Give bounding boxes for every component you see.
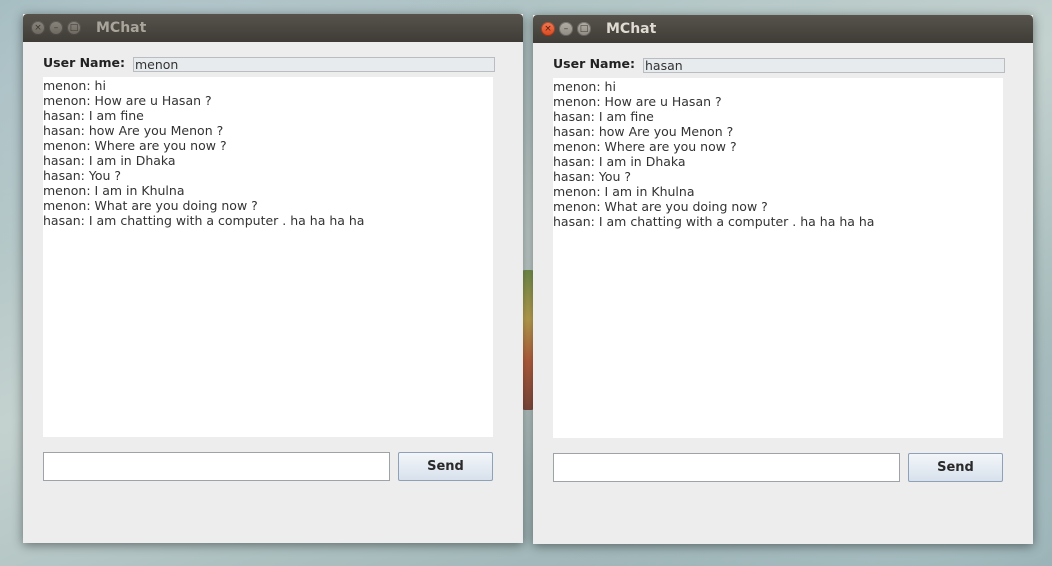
window-controls: × – □ xyxy=(31,21,81,35)
send-button[interactable]: Send xyxy=(398,452,493,481)
chat-history[interactable]: menon: hi menon: How are u Hasan ? hasan… xyxy=(553,78,1003,438)
close-icon[interactable]: × xyxy=(541,22,555,36)
title-bar[interactable]: × – □ MChat xyxy=(23,14,523,42)
chat-message: menon: I am in Khulna xyxy=(553,184,695,199)
close-icon[interactable]: × xyxy=(31,21,45,35)
chat-message: hasan: I am fine xyxy=(553,109,654,124)
chat-history[interactable]: menon: hi menon: How are u Hasan ? hasan… xyxy=(43,77,493,437)
chat-message: hasan: how Are you Menon ? xyxy=(553,124,734,139)
user-name-field[interactable]: menon xyxy=(133,57,495,72)
mchat-window-hasan: × – □ MChat User Name: hasan menon: hi m… xyxy=(533,15,1033,544)
user-name-label: User Name: xyxy=(553,56,635,71)
chat-message: menon: Where are you now ? xyxy=(43,138,227,153)
mchat-window-menon: × – □ MChat User Name: menon menon: hi m… xyxy=(23,14,523,543)
chat-message: hasan: I am fine xyxy=(43,108,144,123)
user-name-label: User Name: xyxy=(43,55,125,70)
chat-message: menon: hi xyxy=(43,78,106,93)
window-title: MChat xyxy=(606,21,657,37)
minimize-icon[interactable]: – xyxy=(49,21,63,35)
chat-message: menon: hi xyxy=(553,79,616,94)
chat-message: hasan: You ? xyxy=(43,168,122,183)
minimize-icon[interactable]: – xyxy=(559,22,573,36)
chat-message: hasan: I am in Dhaka xyxy=(43,153,176,168)
chat-message: hasan: I am chatting with a computer . h… xyxy=(553,214,875,229)
chat-message: menon: What are you doing now ? xyxy=(553,199,768,214)
chat-message: hasan: I am chatting with a computer . h… xyxy=(43,213,365,228)
chat-message: menon: How are u Hasan ? xyxy=(43,93,212,108)
maximize-icon[interactable]: □ xyxy=(67,21,81,35)
chat-message: hasan: how Are you Menon ? xyxy=(43,123,224,138)
chat-message: hasan: You ? xyxy=(553,169,632,184)
window-title: MChat xyxy=(96,20,147,36)
user-name-field[interactable]: hasan xyxy=(643,58,1005,73)
send-button[interactable]: Send xyxy=(908,453,1003,482)
title-bar[interactable]: × – □ MChat xyxy=(533,15,1033,43)
maximize-icon[interactable]: □ xyxy=(577,22,591,36)
chat-message: menon: I am in Khulna xyxy=(43,183,185,198)
chat-message: menon: What are you doing now ? xyxy=(43,198,258,213)
chat-message: menon: Where are you now ? xyxy=(553,139,737,154)
message-input[interactable] xyxy=(43,452,390,481)
window-content: User Name: menon menon: hi menon: How ar… xyxy=(43,42,503,543)
chat-message: hasan: I am in Dhaka xyxy=(553,154,686,169)
window-content: User Name: hasan menon: hi menon: How ar… xyxy=(553,43,1013,544)
window-controls: × – □ xyxy=(541,22,591,36)
message-input[interactable] xyxy=(553,453,900,482)
chat-message: menon: How are u Hasan ? xyxy=(553,94,722,109)
